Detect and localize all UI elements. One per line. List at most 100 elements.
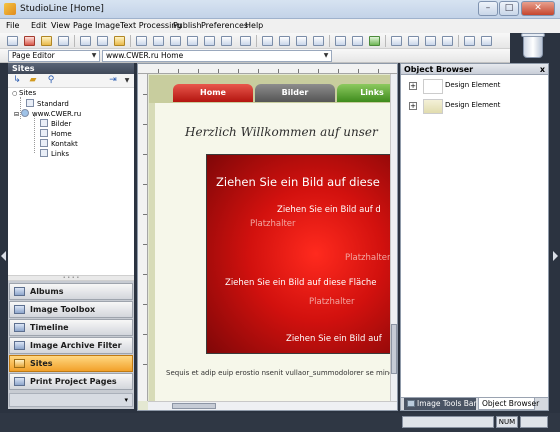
tab-image-tools-bar[interactable]: Image Tools Bar: [404, 398, 477, 410]
vertical-scrollbar[interactable]: [390, 74, 397, 401]
search-icon[interactable]: ⚲: [46, 76, 56, 85]
menu-preferences[interactable]: Preferences: [201, 21, 248, 30]
frame-icon[interactable]: [187, 36, 198, 46]
grid-icon[interactable]: [136, 36, 147, 46]
layout-icon[interactable]: [153, 36, 164, 46]
chevron-down-icon: ▼: [91, 52, 97, 59]
upload-icon[interactable]: [408, 36, 419, 46]
settings-icon[interactable]: [481, 36, 492, 46]
delete-icon[interactable]: [24, 36, 35, 46]
sites-panel: Sites ↳ ▰ ⚲ ⇥ ▼ ○ Sites Standard ⊟ www.CWE…: [8, 63, 134, 409]
new-icon[interactable]: [7, 36, 18, 46]
tree-item-cwer[interactable]: ⊟ www.CWER.ru: [14, 109, 81, 118]
sites-icon: [14, 359, 25, 368]
nav-more[interactable]: ▾: [9, 393, 133, 407]
check-icon[interactable]: [369, 36, 380, 46]
num-lock-indicator: NUM: [496, 416, 518, 428]
menu-view[interactable]: View: [51, 21, 70, 30]
view-options-icon[interactable]: [221, 36, 232, 46]
columns-icon[interactable]: [240, 36, 251, 46]
import-icon[interactable]: ⇥: [108, 76, 118, 85]
tree-item-links[interactable]: Links: [40, 149, 69, 158]
select-icon[interactable]: [262, 36, 273, 46]
dropdown-icon[interactable]: ▼: [122, 76, 132, 85]
sites-panel-title: Sites: [8, 63, 134, 74]
main-toolbar: [0, 33, 510, 49]
tab-object-browser[interactable]: Object Browser: [478, 398, 539, 410]
design-element-thumbnail: [423, 79, 443, 94]
find-icon[interactable]: [335, 36, 346, 46]
nav-timeline[interactable]: Timeline: [9, 319, 133, 336]
maximize-button[interactable]: □: [499, 1, 519, 16]
tree-item-kontakt[interactable]: Kontakt: [40, 139, 78, 148]
tree-item-standard[interactable]: Standard: [26, 99, 69, 108]
search-icon[interactable]: [442, 36, 453, 46]
page-dropdown[interactable]: www.CWER.ru Home ▼: [102, 50, 332, 62]
page-canvas[interactable]: Home Bilder Links Herzlich Willkommen au…: [149, 75, 390, 401]
chevron-down-icon: ▼: [323, 52, 329, 59]
page-tab-links[interactable]: Links: [337, 84, 390, 102]
rotate-icon[interactable]: [313, 36, 324, 46]
object-browser-item[interactable]: + Design Element: [401, 97, 548, 116]
close-icon[interactable]: x: [540, 64, 545, 75]
tree-item-sites[interactable]: ○ Sites: [12, 89, 36, 98]
object-browser-item[interactable]: + Design Element: [401, 77, 548, 96]
open-folder-icon[interactable]: [41, 36, 52, 46]
nav-print-project-pages[interactable]: Print Project Pages: [9, 373, 133, 390]
nav-albums[interactable]: Albums: [9, 283, 133, 300]
minimize-button[interactable]: –: [478, 1, 498, 16]
horizontal-scrollbar[interactable]: [148, 401, 397, 410]
app-icon: [4, 3, 16, 15]
menu-help[interactable]: Help: [245, 21, 263, 30]
globe-icon: [21, 109, 29, 117]
folder-icon[interactable]: ▰: [28, 76, 38, 85]
menu-image[interactable]: Image: [95, 21, 120, 30]
page-tab-home[interactable]: Home: [173, 84, 253, 102]
menu-publish[interactable]: Publish: [173, 21, 202, 30]
site-icon: [26, 99, 34, 107]
drop-image-text: Ziehen Sie ein Bild auf: [286, 334, 382, 344]
table-icon[interactable]: [170, 36, 181, 46]
filter-icon: [14, 341, 25, 350]
nav-image-archive-filter[interactable]: Image Archive Filter: [9, 337, 133, 354]
zoom-icon[interactable]: [352, 36, 363, 46]
collapse-right-arrow-icon[interactable]: [553, 251, 558, 261]
paste-icon[interactable]: [114, 36, 125, 46]
expand-icon[interactable]: +: [409, 82, 417, 90]
nav-image-toolbox[interactable]: Image Toolbox: [9, 301, 133, 318]
page-tab-bilder[interactable]: Bilder: [255, 84, 335, 102]
nav-sites[interactable]: Sites: [9, 355, 133, 372]
mode-dropdown[interactable]: Page Editor ▼: [8, 50, 100, 62]
undo-icon[interactable]: [279, 36, 290, 46]
sites-tree: ○ Sites Standard ⊟ www.CWER.ru Bilder Home…: [8, 88, 134, 275]
tree-item-home[interactable]: Home: [40, 129, 72, 138]
expand-icon[interactable]: +: [409, 102, 417, 110]
print-icon: [14, 377, 25, 386]
page-icon: [40, 119, 48, 127]
page-footer-text[interactable]: Sequis et adip euip erostio nsenit vulla…: [166, 369, 390, 377]
window-icon[interactable]: [204, 36, 215, 46]
page-icon: [40, 149, 48, 157]
menu-edit[interactable]: Edit: [31, 21, 47, 30]
image-placeholder-area[interactable]: Ziehen Sie ein Bild auf diese Ziehen Sie…: [206, 154, 390, 354]
new-site-icon[interactable]: ↳: [12, 76, 22, 85]
menu-file[interactable]: File: [6, 21, 19, 30]
drop-image-text: Ziehen Sie ein Bild auf d: [277, 205, 381, 215]
trash-icon[interactable]: [520, 30, 546, 60]
mode-dropdown-value: Page Editor: [12, 51, 55, 60]
redo-icon[interactable]: [296, 36, 307, 46]
object-browser-title: Object Browser x: [401, 64, 548, 75]
page-headline[interactable]: Herzlich Willkommen auf unser: [185, 125, 378, 139]
close-button[interactable]: ✕: [521, 1, 555, 16]
menu-page[interactable]: Page: [73, 21, 92, 30]
plus-icon[interactable]: [464, 36, 475, 46]
copy-icon[interactable]: [97, 36, 108, 46]
status-cell-caps: [520, 416, 548, 428]
status-bar: NUM: [0, 413, 560, 432]
save-icon[interactable]: [58, 36, 69, 46]
collapse-left-arrow-icon[interactable]: [1, 251, 6, 261]
export-icon[interactable]: [425, 36, 436, 46]
cut-icon[interactable]: [80, 36, 91, 46]
publish-icon[interactable]: [391, 36, 402, 46]
tree-item-bilder[interactable]: Bilder: [40, 119, 71, 128]
